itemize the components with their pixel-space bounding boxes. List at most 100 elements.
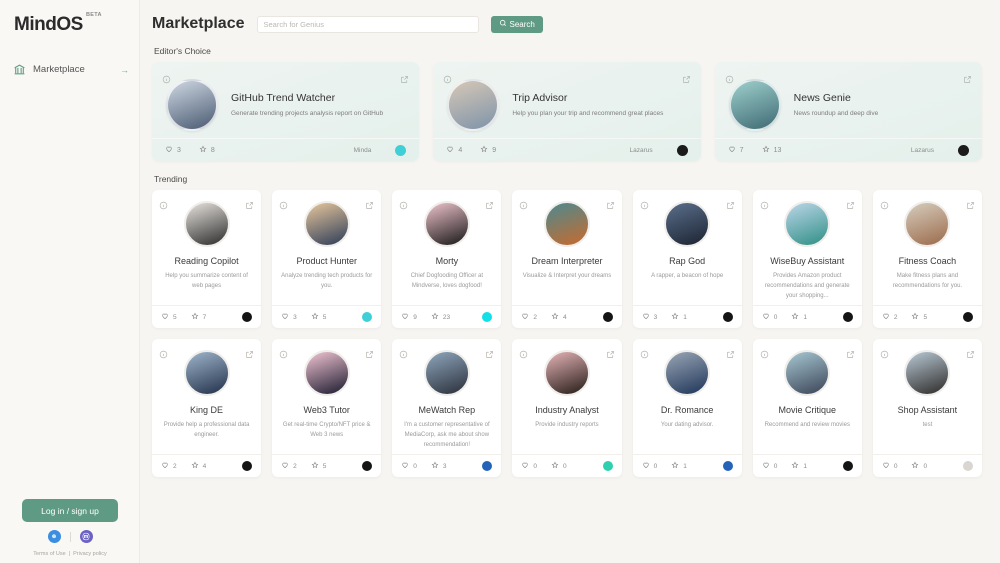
trending-card[interactable]: MeWatch RepI'm a customer representative… xyxy=(392,339,501,477)
star-count[interactable]: 1 xyxy=(791,461,807,471)
like-count[interactable]: 2 xyxy=(281,461,297,471)
star-count[interactable]: 0 xyxy=(911,461,927,471)
info-icon[interactable] xyxy=(760,346,769,355)
external-link-icon[interactable] xyxy=(606,197,615,206)
info-icon[interactable] xyxy=(159,346,168,355)
star-count[interactable]: 13 xyxy=(762,145,782,155)
like-count[interactable]: 2 xyxy=(521,312,537,322)
discord-icon[interactable]: ⓜ xyxy=(80,530,93,543)
star-count[interactable]: 4 xyxy=(191,461,207,471)
info-icon[interactable] xyxy=(640,346,649,355)
external-link-icon[interactable] xyxy=(726,346,735,355)
like-count[interactable]: 3 xyxy=(165,145,181,155)
info-icon[interactable] xyxy=(519,346,528,355)
trending-card[interactable]: MortyChief Dogfooding Officer at Mindver… xyxy=(392,190,501,328)
search-box[interactable] xyxy=(257,16,479,33)
info-icon[interactable] xyxy=(162,71,171,80)
star-count[interactable]: 7 xyxy=(191,312,207,322)
terms-of-use-link[interactable]: Terms of Use xyxy=(33,551,65,557)
info-icon[interactable] xyxy=(443,71,452,80)
external-link-icon[interactable] xyxy=(966,197,975,206)
editors-choice-card[interactable]: GitHub Trend WatcherGenerate trending pr… xyxy=(152,62,419,161)
external-link-icon[interactable] xyxy=(963,71,972,80)
external-link-icon[interactable] xyxy=(365,346,374,355)
info-icon[interactable] xyxy=(880,346,889,355)
external-link-icon[interactable] xyxy=(606,346,615,355)
star-count[interactable]: 5 xyxy=(311,312,327,322)
external-link-icon[interactable] xyxy=(966,346,975,355)
external-link-icon[interactable] xyxy=(846,346,855,355)
card-text: News GenieNews roundup and deep dive xyxy=(794,90,968,119)
like-count[interactable]: 9 xyxy=(401,312,417,322)
like-count[interactable]: 0 xyxy=(882,461,898,471)
info-icon[interactable] xyxy=(880,197,889,206)
like-count[interactable]: 4 xyxy=(446,145,462,155)
info-icon[interactable] xyxy=(399,346,408,355)
star-count[interactable]: 3 xyxy=(431,461,447,471)
external-link-icon[interactable] xyxy=(245,346,254,355)
star-count[interactable]: 5 xyxy=(311,461,327,471)
twitter-icon[interactable]: ๏ xyxy=(48,530,61,543)
author-avatar xyxy=(843,312,853,322)
like-count[interactable]: 0 xyxy=(642,461,658,471)
trending-card[interactable]: Movie CritiqueRecommend and review movie… xyxy=(753,339,862,477)
external-link-icon[interactable] xyxy=(365,197,374,206)
info-icon[interactable] xyxy=(640,197,649,206)
like-count[interactable]: 0 xyxy=(521,461,537,471)
trending-card[interactable]: Web3 TutorGet real-time Crypto/NFT price… xyxy=(272,339,381,477)
trending-card[interactable]: Industry AnalystProvide industry reports… xyxy=(512,339,621,477)
search-button[interactable]: Search xyxy=(491,16,543,33)
author-avatar xyxy=(362,312,372,322)
like-count[interactable]: 0 xyxy=(762,461,778,471)
info-icon[interactable] xyxy=(279,197,288,206)
star-count[interactable]: 9 xyxy=(480,145,496,155)
star-count[interactable]: 8 xyxy=(199,145,215,155)
trending-card[interactable]: Dr. RomanceYour dating advisor.01 xyxy=(633,339,742,477)
external-link-icon[interactable] xyxy=(846,197,855,206)
like-count[interactable]: 7 xyxy=(728,145,744,155)
editors-choice-card[interactable]: News GenieNews roundup and deep dive713L… xyxy=(715,62,982,161)
search-input[interactable] xyxy=(264,20,472,29)
card-footer: 25 xyxy=(873,305,982,328)
info-icon[interactable] xyxy=(399,197,408,206)
trending-card[interactable]: Dream InterpreterVisualize & Interpret y… xyxy=(512,190,621,328)
info-icon[interactable] xyxy=(279,346,288,355)
like-count[interactable]: 5 xyxy=(161,312,177,322)
login-signup-button[interactable]: Log in / sign up xyxy=(22,499,118,522)
info-icon[interactable] xyxy=(760,197,769,206)
external-link-icon[interactable] xyxy=(682,71,691,80)
like-count[interactable]: 0 xyxy=(762,312,778,322)
like-count[interactable]: 0 xyxy=(401,461,417,471)
external-link-icon[interactable] xyxy=(245,197,254,206)
like-value: 2 xyxy=(173,463,177,470)
trending-card[interactable]: Rap GodA rapper, a beacon of hope31 xyxy=(633,190,742,328)
external-link-icon[interactable] xyxy=(485,346,494,355)
app-logo[interactable]: MindOS BETA xyxy=(14,14,83,36)
trending-card[interactable]: Reading CopilotHelp you summarize conten… xyxy=(152,190,261,328)
star-count[interactable]: 23 xyxy=(431,312,450,322)
like-count[interactable]: 3 xyxy=(642,312,658,322)
info-icon[interactable] xyxy=(519,197,528,206)
info-icon[interactable] xyxy=(159,197,168,206)
external-link-icon[interactable] xyxy=(726,197,735,206)
star-count[interactable]: 1 xyxy=(671,312,687,322)
privacy-policy-link[interactable]: Privacy policy xyxy=(73,551,107,557)
external-link-icon[interactable] xyxy=(400,71,409,80)
star-count[interactable]: 4 xyxy=(551,312,567,322)
star-count[interactable]: 0 xyxy=(551,461,567,471)
trending-card[interactable]: Shop Assistanttest00 xyxy=(873,339,982,477)
star-count[interactable]: 1 xyxy=(791,312,807,322)
like-count[interactable]: 2 xyxy=(161,461,177,471)
trending-card[interactable]: King DEProvide help a professional data … xyxy=(152,339,261,477)
trending-card[interactable]: Product HunterAnalyze trending tech prod… xyxy=(272,190,381,328)
trending-card[interactable]: Fitness CoachMake fitness plans and reco… xyxy=(873,190,982,328)
trending-card[interactable]: WiseBuy AssistantProvides Amazon product… xyxy=(753,190,862,328)
like-count[interactable]: 3 xyxy=(281,312,297,322)
star-count[interactable]: 5 xyxy=(911,312,927,322)
star-count[interactable]: 1 xyxy=(671,461,687,471)
like-count[interactable]: 2 xyxy=(882,312,898,322)
editors-choice-card[interactable]: Trip AdvisorHelp you plan your trip and … xyxy=(433,62,700,161)
info-icon[interactable] xyxy=(725,71,734,80)
sidebar-item-marketplace[interactable]: Marketplace → xyxy=(0,58,139,81)
external-link-icon[interactable] xyxy=(485,197,494,206)
